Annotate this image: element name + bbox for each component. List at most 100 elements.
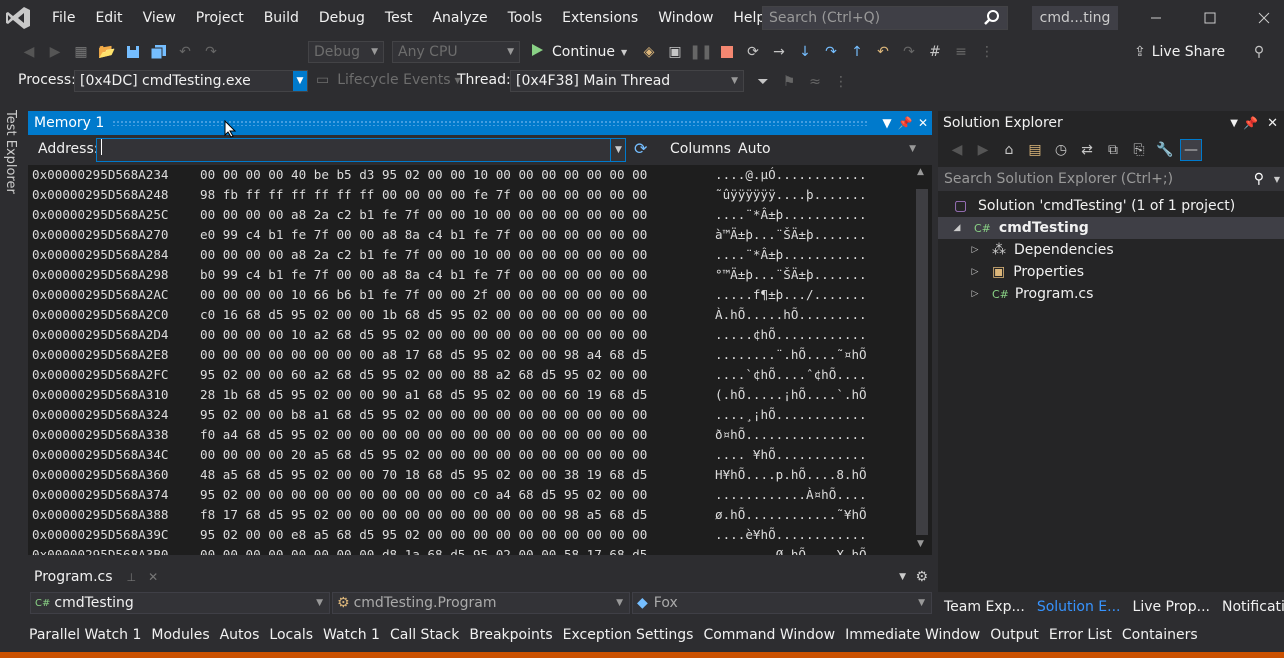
memory-scrollbar[interactable]: ▲ ▼ (912, 165, 932, 555)
memory-row[interactable]: 0x00000295D568A284 00 00 00 00 a8 2a c2 b… (28, 245, 912, 265)
tree-item-program[interactable]: ▷ C# Program.cs (938, 283, 1284, 305)
tab-breakpoints[interactable]: Breakpoints (464, 627, 557, 643)
chevron-down-icon[interactable]: ▼ (610, 138, 626, 162)
memory-row[interactable]: 0x00000295D568A298 b0 99 c4 b1 fe 7f 00 0… (28, 265, 912, 285)
pin-icon[interactable]: ⊥ (127, 571, 137, 584)
platform-select[interactable]: Any CPU ▼ (392, 41, 520, 63)
collapsed-chevron-icon[interactable]: ▷ (968, 245, 982, 255)
memory-row[interactable]: 0x00000295D568A360 48 a5 68 d5 95 02 00 0… (28, 465, 912, 485)
memory-row[interactable]: 0x00000295D568A270 e0 99 c4 b1 fe 7f 00 0… (28, 225, 912, 245)
memory-row[interactable]: 0x00000295D568A2FC 95 02 00 00 60 a2 68 d… (28, 365, 912, 385)
close-icon[interactable]: ✕ (914, 116, 932, 130)
memory-row[interactable]: 0x00000295D568A388 f8 17 68 d5 95 02 00 0… (28, 505, 912, 525)
tab-team-explorer[interactable]: Team Exp... (938, 599, 1031, 615)
live-share-button[interactable]: ⇪ Live Share (1134, 41, 1225, 63)
tab-locals[interactable]: Locals (264, 627, 318, 643)
undo-icon[interactable]: ↶ (872, 41, 894, 63)
collapsed-chevron-icon[interactable]: ▷ (968, 267, 982, 277)
continue-button[interactable]: Continue ▼ (530, 41, 627, 63)
tree-item-properties[interactable]: ▷ ▣ Properties (938, 261, 1284, 283)
back-icon[interactable]: ◀ (946, 139, 968, 161)
memory-title-bar[interactable]: Memory 1 ▼ 📌 ✕ (28, 111, 932, 135)
tab-parallel-watch[interactable]: Parallel Watch 1 (24, 627, 146, 643)
thread-toggle-icon[interactable]: ≈ (804, 71, 826, 93)
memory-row[interactable]: 0x00000295D568A338 f0 a4 68 d5 95 02 00 0… (28, 425, 912, 445)
memory-row[interactable]: 0x00000295D568A2E8 00 00 00 00 00 00 00 0… (28, 345, 912, 365)
close-icon[interactable]: ✕ (1267, 116, 1278, 131)
tab-solution-explorer[interactable]: Solution E... (1031, 599, 1127, 615)
tree-item-solution[interactable]: ▢ Solution 'cmdTesting' (1 of 1 project) (938, 195, 1284, 217)
filter-icon[interactable]: ⏷ (752, 71, 774, 93)
lifecycle-events-button[interactable]: ▭ Lifecycle Events ▼ (316, 72, 461, 88)
project-nav-select[interactable]: C# cmdTesting ▼ (30, 592, 330, 614)
window-position-icon[interactable]: ▼ (878, 116, 896, 130)
refresh-icon[interactable]: ⟳ (634, 139, 647, 158)
stack-icon[interactable]: ⋮ (976, 41, 998, 63)
show-next-statement-icon[interactable]: → (768, 41, 790, 63)
threads-icon[interactable]: ≡ (950, 41, 972, 63)
collapse-all-icon[interactable]: ⧉ (1102, 139, 1124, 161)
pause-icon[interactable]: ❚❚ (689, 41, 712, 63)
tree-item-dependencies[interactable]: ▷ ⁂ Dependencies (938, 239, 1284, 261)
tab-modules[interactable]: Modules (146, 627, 214, 643)
memory-row[interactable]: 0x00000295D568A34C 00 00 00 00 20 a5 68 d… (28, 445, 912, 465)
stop-icon[interactable] (716, 41, 738, 63)
new-project-icon[interactable]: ▦ (70, 41, 92, 63)
memory-row[interactable]: 0x00000295D568A248 98 fb ff ff ff ff ff f… (28, 185, 912, 205)
tab-autos[interactable]: Autos (215, 627, 265, 643)
save-all-icon[interactable] (148, 41, 170, 63)
restart-icon[interactable]: ⟳ (742, 41, 764, 63)
menu-analyze[interactable]: Analyze (422, 0, 497, 36)
memory-row[interactable]: 0x00000295D568A2D4 00 00 00 00 10 a2 68 d… (28, 325, 912, 345)
menu-edit[interactable]: Edit (85, 0, 132, 36)
properties-icon[interactable]: 🔧 (1154, 139, 1176, 161)
memory-row[interactable]: 0x00000295D568A39C 95 02 00 00 e8 a5 68 d… (28, 525, 912, 545)
close-icon[interactable]: ✕ (148, 570, 158, 584)
memory-row[interactable]: 0x00000295D568A310 28 1b 68 d5 95 02 00 0… (28, 385, 912, 405)
expanded-chevron-icon[interactable]: ◢ (950, 223, 964, 233)
memory-row[interactable]: 0x00000295D568A374 95 02 00 00 00 00 00 0… (28, 485, 912, 505)
menu-tools[interactable]: Tools (498, 0, 553, 36)
thread-select[interactable]: [0x4F38] Main Thread ▼ (510, 70, 744, 92)
attach-process-icon[interactable]: ◈ (638, 41, 660, 63)
forward-icon[interactable]: ▶ (972, 139, 994, 161)
forward-icon[interactable]: ▶ (44, 41, 66, 63)
tab-immediate-window[interactable]: Immediate Window (840, 627, 985, 643)
gear-icon[interactable]: ⚙ (915, 569, 928, 585)
open-file-icon[interactable]: 📂 (96, 41, 118, 63)
tab-exception-settings[interactable]: Exception Settings (558, 627, 699, 643)
tab-live-property[interactable]: Live Prop... (1127, 599, 1217, 615)
menu-extensions[interactable]: Extensions (552, 0, 648, 36)
menu-window[interactable]: Window (648, 0, 723, 36)
sync-icon[interactable]: ⇄ (1076, 139, 1098, 161)
pin-icon[interactable]: 📌 (1243, 116, 1258, 130)
tab-program-cs[interactable]: Program.cs ⊥ ✕ (28, 569, 158, 585)
maximize-button[interactable] (1186, 0, 1234, 36)
home-icon[interactable]: ⌂ (998, 139, 1020, 161)
scroll-up-icon[interactable]: ▲ (917, 167, 924, 177)
save-icon[interactable] (122, 41, 144, 63)
scroll-down-icon[interactable]: ▼ (917, 539, 924, 549)
tab-error-list[interactable]: Error List (1044, 627, 1117, 643)
memory-row[interactable]: 0x00000295D568A25C 00 00 00 00 a8 2a c2 b… (28, 205, 912, 225)
test-explorer-tab[interactable]: Test Explorer (3, 110, 18, 194)
memory-row[interactable]: 0x00000295D568A2C0 c0 16 68 d5 95 02 00 0… (28, 305, 912, 325)
class-nav-select[interactable]: ⚙ cmdTesting.Program ▼ (332, 592, 630, 614)
collapsed-chevron-icon[interactable]: ▷ (968, 289, 982, 299)
pin-icon[interactable]: 📌 (896, 116, 914, 130)
memory-row[interactable]: 0x00000295D568A234 00 00 00 00 40 be b5 d… (28, 165, 912, 185)
chevron-down-icon[interactable]: ▼ (899, 572, 906, 582)
search-input[interactable]: Search (Ctrl+Q) (762, 6, 1008, 30)
address-input[interactable] (96, 138, 626, 162)
tab-watch[interactable]: Watch 1 (318, 627, 385, 643)
redo-icon[interactable]: ↷ (898, 41, 920, 63)
menu-view[interactable]: View (133, 0, 186, 36)
show-all-files-icon[interactable]: ⎘ (1128, 139, 1150, 161)
tree-item-project[interactable]: ◢ C# cmdTesting (938, 217, 1284, 239)
scrollbar-thumb[interactable] (916, 189, 928, 535)
stack-frame-icon[interactable]: ⋮ (830, 71, 852, 93)
menu-debug[interactable]: Debug (309, 0, 375, 36)
feedback-icon[interactable]: ⚲ (1248, 41, 1270, 63)
hex-toggle-icon[interactable]: # (924, 41, 946, 63)
tab-call-stack[interactable]: Call Stack (385, 627, 464, 643)
